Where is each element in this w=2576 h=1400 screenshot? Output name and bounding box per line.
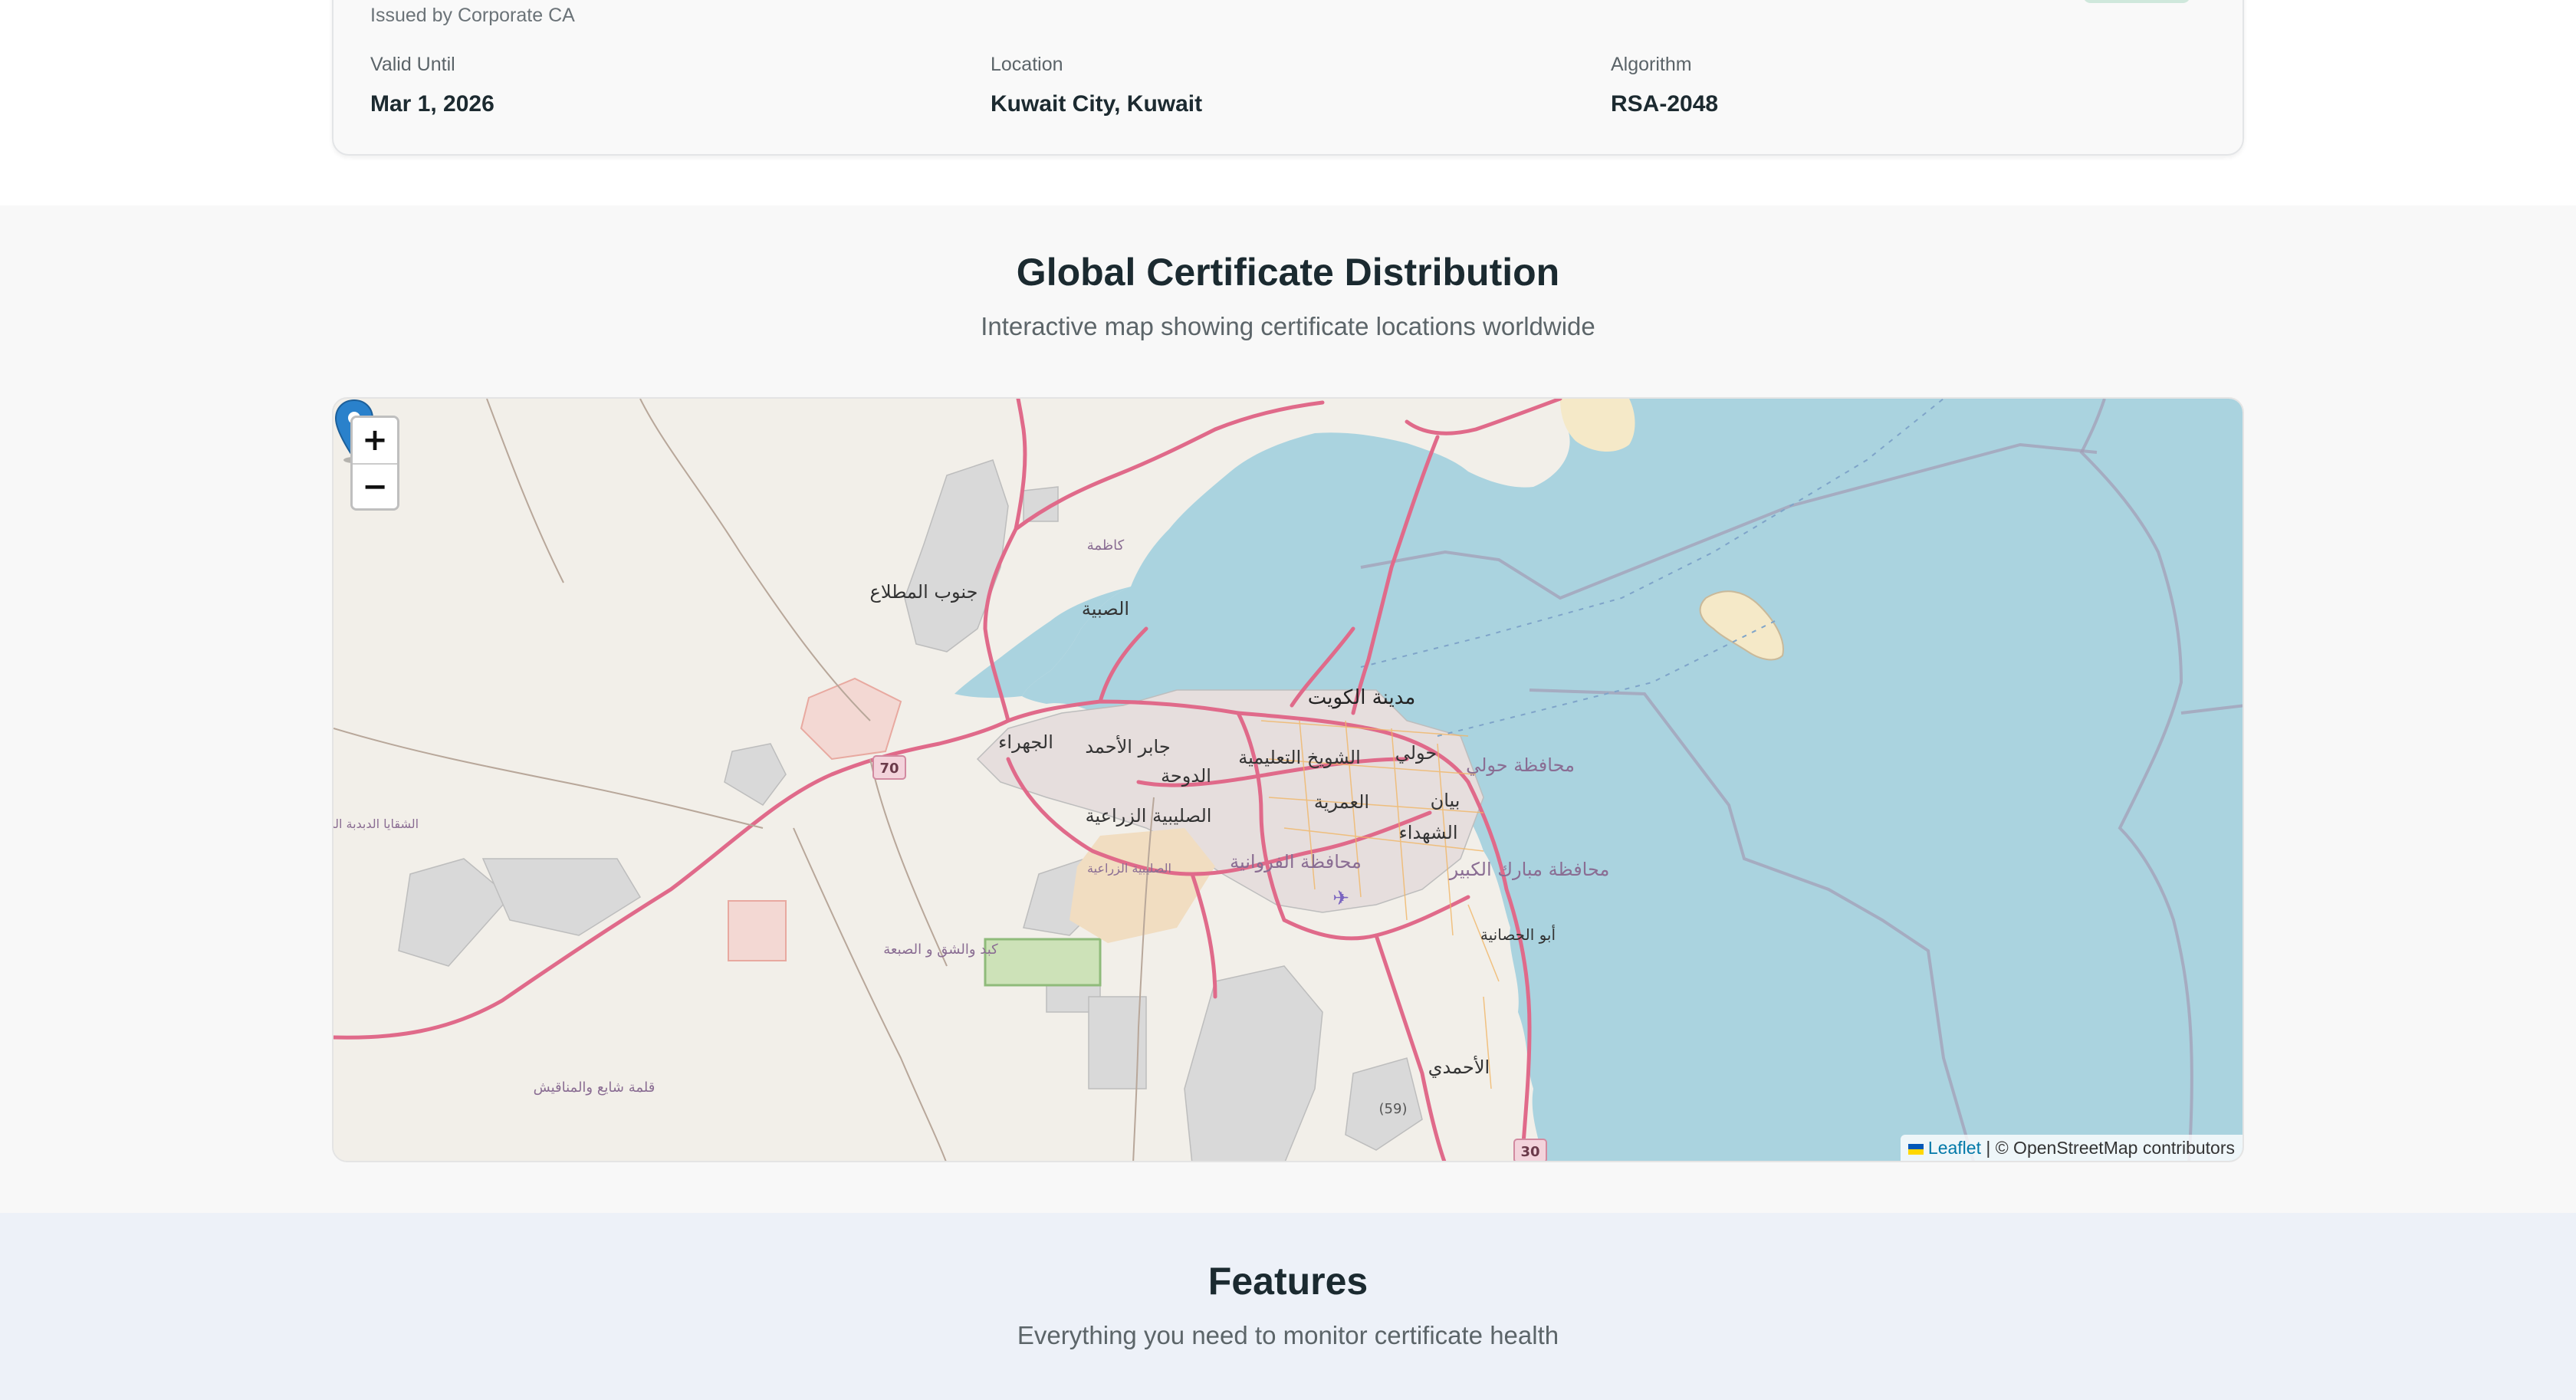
location-field: Location Kuwait City, Kuwait [991,54,1202,117]
place-label: حولي [1395,742,1438,764]
certificate-section: Issued by Corporate CA Valid Until Mar 1… [0,0,2576,205]
place-label: الدوحة [1161,765,1211,787]
features-title: Features [1208,1260,1368,1303]
location-value: Kuwait City, Kuwait [991,91,1203,117]
marker-place-label: مدينة الكويت [1308,686,1416,709]
valid-until-value: Mar 1, 2026 [370,91,495,117]
zoom-control: + − [350,416,399,511]
place-label: بيان [1431,790,1460,811]
place-label: الشويخ التعليمية [1238,747,1361,768]
valid-until-label: Valid Until [370,54,455,75]
map-section-subtitle: Interactive map showing certificate loca… [981,312,1595,340]
place-label: الشقايا الدبدبة المنياهيل [334,817,419,831]
road-shield-70: 70 [879,761,899,777]
valid-until-field: Valid Until Mar 1, 2026 [370,54,495,117]
algorithm-value: RSA-2048 [1611,91,1719,117]
algorithm-field: Algorithm RSA-2048 [1611,54,1718,117]
map-container[interactable]: 70 30 (59) جنوب المطلاع الصبية كاظمة الج… [332,397,2244,1162]
features-section: Features Everything you need to monitor … [0,1213,2576,1400]
place-label: الشهداء [1398,822,1457,843]
place-label: جنوب المطلاع [870,581,978,603]
road-shield-59: (59) [1379,1101,1408,1117]
farm-area [984,938,1102,987]
place-label: الجهراء [998,731,1053,753]
place-label: جابر الأحمد [1085,735,1170,758]
place-label: أبو الحصانية [1480,925,1556,944]
algorithm-label: Algorithm [1611,54,1692,75]
certificate-card: Issued by Corporate CA Valid Until Mar 1… [332,0,2244,156]
leaflet-link[interactable]: Leaflet [1928,1138,1981,1158]
airport-icon: ✈ [1332,887,1349,910]
place-label: كاظمة [1087,537,1125,554]
map-attribution: Leaflet | © OpenStreetMap contributors [1900,1135,2242,1161]
map-tiles[interactable]: 70 30 (59) جنوب المطلاع الصبية كاظمة الج… [334,399,2244,1162]
location-label: Location [991,54,1063,75]
place-label: الأحمدي [1428,1056,1490,1078]
zoom-out-button[interactable]: − [353,463,397,508]
road-shield-30: 30 [1520,1144,1539,1160]
certificate-issuer: Issued by Corporate CA [370,5,575,26]
map-section-title: Global Certificate Distribution [1016,251,1560,294]
place-label: كبد والشق و الصبعة [883,942,998,958]
place-label: محافظة مبارك الكبير [1449,859,1610,880]
place-label: محافظة الفروانية [1230,851,1362,873]
ukraine-flag-icon [1907,1143,1924,1155]
place-label: محافظة حولي [1466,754,1575,776]
place-label: الصبية [1082,598,1129,619]
place-label: الصليبية الزراعية [1087,861,1171,876]
map-section: Global Certificate Distribution Interact… [0,205,2576,1213]
attribution-text: | © OpenStreetMap contributors [1980,1138,2235,1158]
place-label: الصليبية الزراعية [1086,805,1212,827]
zoom-in-button[interactable]: + [353,418,397,463]
features-subtitle: Everything you need to monitor certifica… [1017,1321,1559,1349]
status-badge [2083,0,2190,3]
place-label: قلمة شايع والمناقيش [534,1080,656,1096]
place-label: العمرية [1314,791,1369,813]
